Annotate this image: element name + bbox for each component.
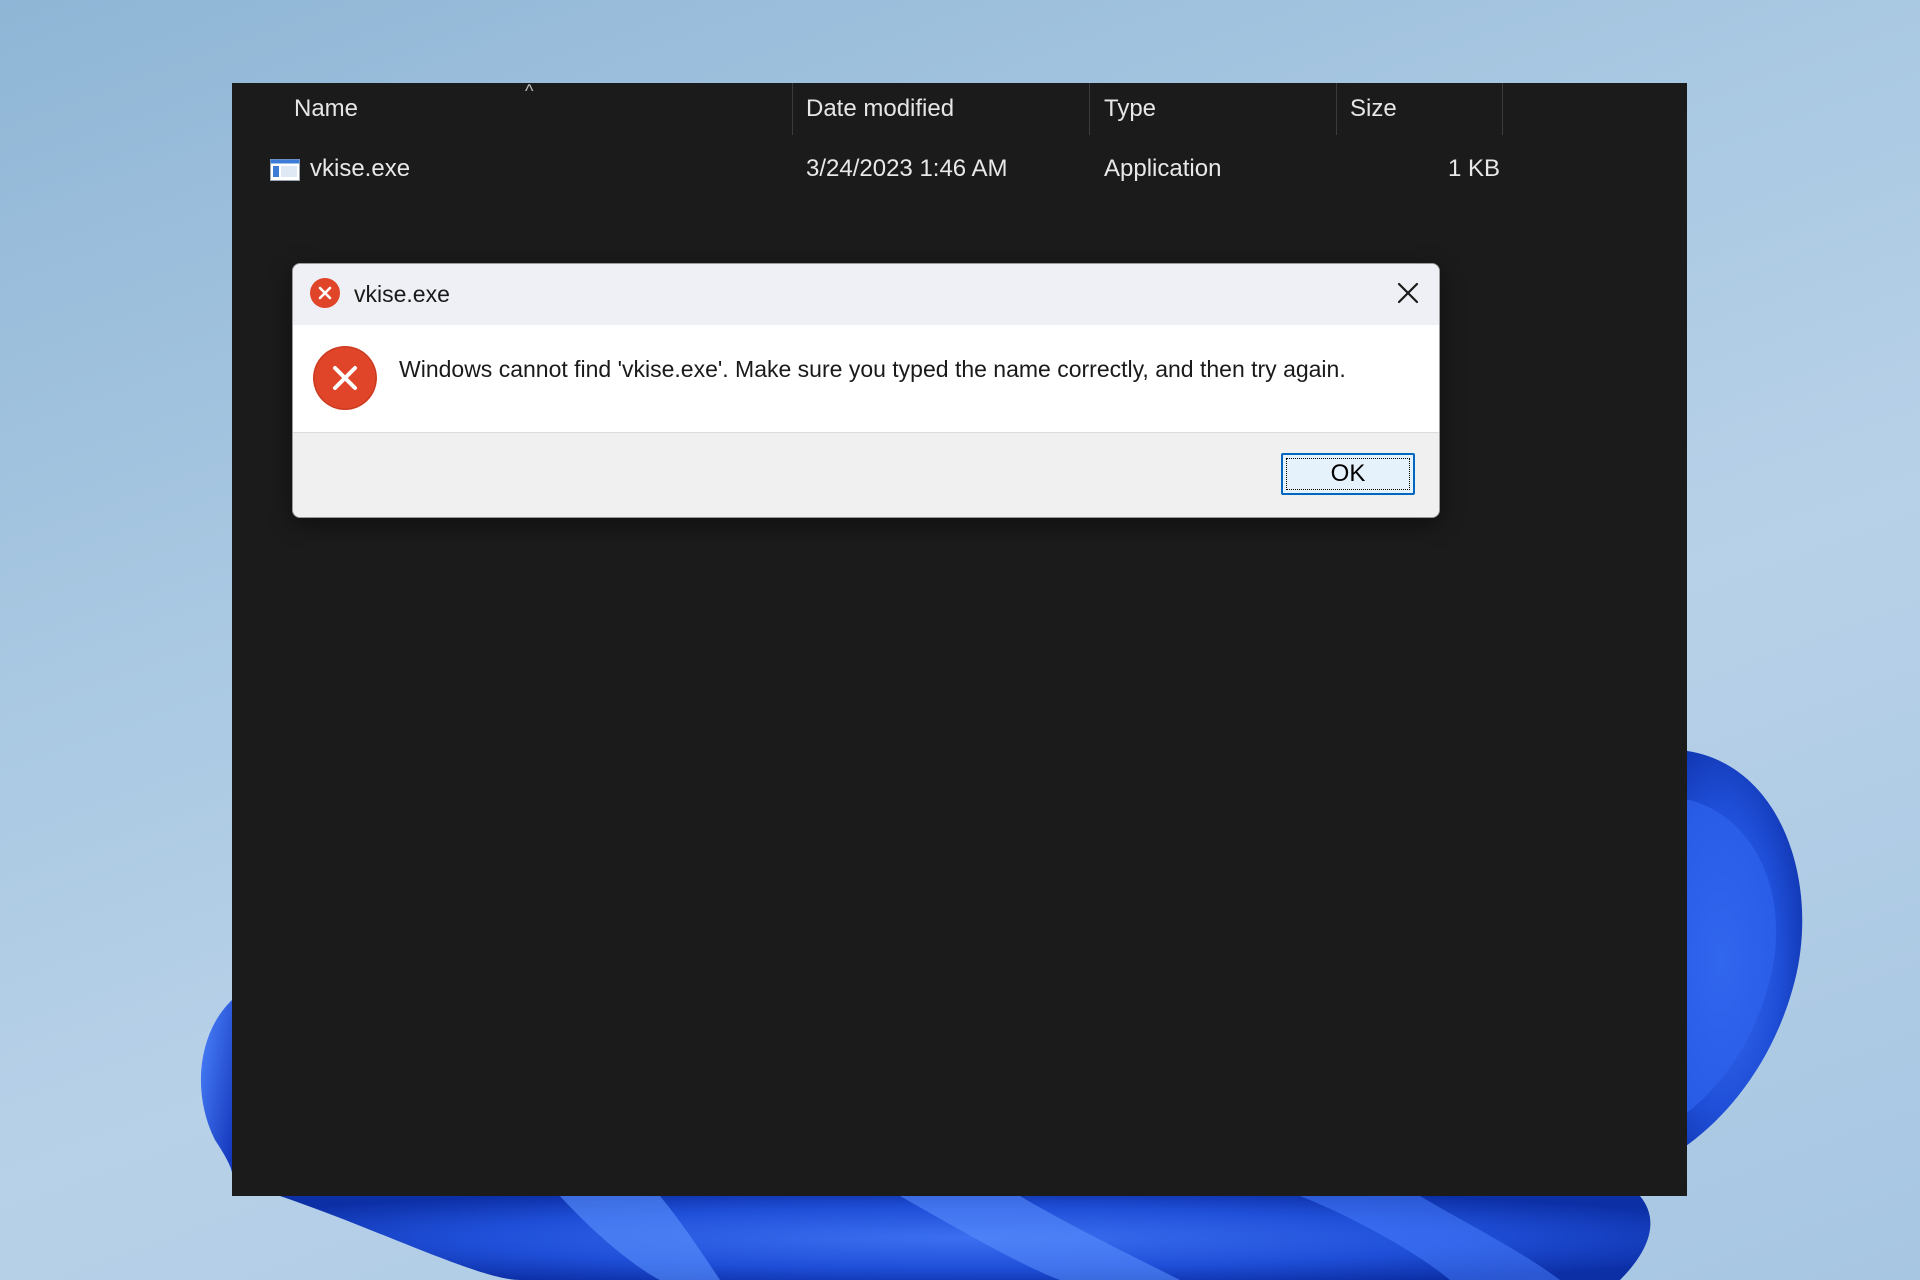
dialog-body: Windows cannot find 'vkise.exe'. Make su… (293, 325, 1439, 432)
file-explorer-window: ^ Name Date modified Type Size vkise.exe… (232, 81, 1687, 1196)
file-type: Application (1104, 155, 1222, 182)
file-list-item[interactable]: vkise.exe 3/24/2023 1:46 AM Application … (232, 145, 1532, 193)
sort-ascending-icon: ^ (525, 81, 534, 101)
error-message: Windows cannot find 'vkise.exe'. Make su… (399, 355, 1346, 382)
close-icon (1397, 282, 1419, 304)
column-header-type[interactable]: Type (1104, 83, 1156, 135)
error-icon (313, 346, 377, 410)
column-header-name[interactable]: Name (294, 83, 358, 135)
dialog-footer: OK (293, 432, 1439, 517)
column-header-size[interactable]: Size (1350, 83, 1397, 135)
column-header-date-modified[interactable]: Date modified (806, 83, 954, 135)
application-icon (270, 159, 300, 181)
column-divider[interactable] (1502, 83, 1503, 135)
column-header-size-label: Size (1350, 95, 1397, 122)
column-header-type-label: Type (1104, 95, 1157, 122)
ok-button[interactable]: OK (1281, 453, 1415, 495)
column-divider[interactable] (1336, 83, 1337, 135)
dialog-title: vkise.exe (354, 281, 450, 307)
error-icon (310, 278, 340, 308)
focus-ring (1286, 458, 1410, 490)
column-divider[interactable] (1089, 83, 1090, 135)
column-divider[interactable] (792, 83, 793, 135)
close-button[interactable] (1391, 276, 1425, 310)
dialog-title-bar[interactable]: vkise.exe (293, 264, 1439, 325)
file-size: 1 KB (1447, 155, 1500, 182)
column-header-name-label: Name (294, 95, 359, 122)
column-header-date-modified-label: Date modified (806, 95, 955, 122)
file-date-modified: 3/24/2023 1:46 AM (806, 155, 1008, 182)
error-dialog: vkise.exe Windows cannot find 'vkise.exe… (292, 263, 1440, 518)
file-name: vkise.exe (310, 155, 411, 182)
